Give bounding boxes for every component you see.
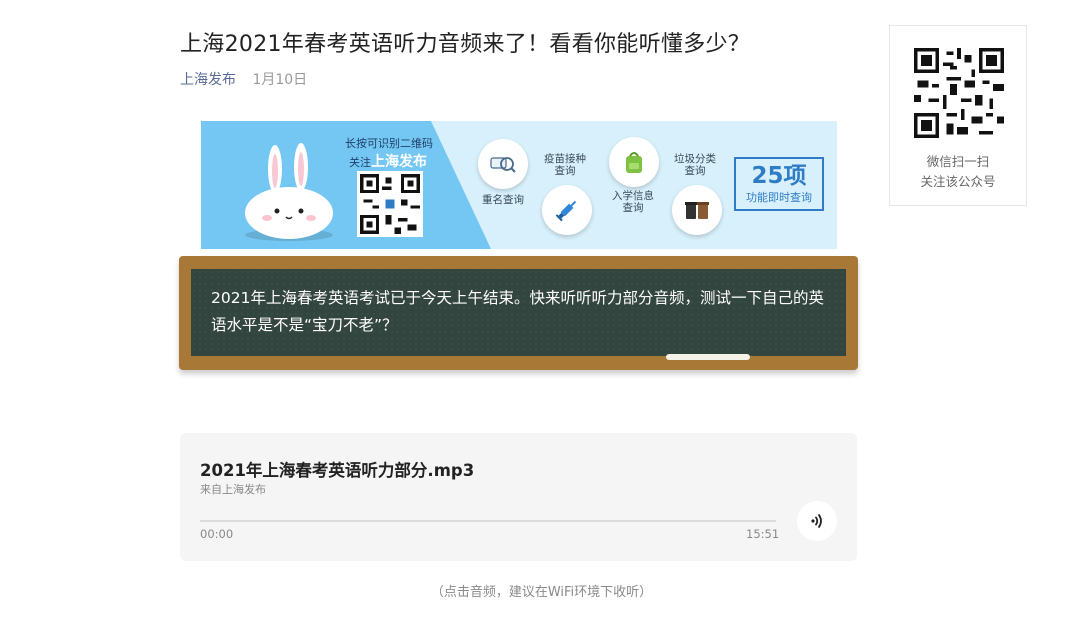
author-link[interactable]: 上海发布 xyxy=(180,72,236,88)
audio-wave-icon xyxy=(811,514,822,528)
service-name-search[interactable] xyxy=(478,139,528,189)
qr-caption-scan: 微信扫一扫 xyxy=(926,154,990,169)
service-label-school: 入学信息 查询 xyxy=(601,190,665,214)
audio-file-name: 2021年上海春考英语听力部分.mp3 xyxy=(200,461,475,480)
qr-card: 微信扫一扫 关注该公众号 xyxy=(889,25,1027,206)
banner-qr-code-image xyxy=(357,171,423,237)
banner-promo-line1: 长按可识别二维码 xyxy=(345,137,433,150)
article-meta: 上海发布 1月10日 xyxy=(180,69,307,89)
audio-progress-track[interactable] xyxy=(200,520,776,522)
audio-player[interactable]: 2021年上海春考英语听力部分.mp3 来自上海发布 00:00 15:51 xyxy=(180,433,857,561)
audio-current-time: 00:00 xyxy=(200,527,234,541)
features-badge-caption: 功能即时查询 xyxy=(746,191,812,204)
service-label-vaccine-l1: 疫苗接种 查询 xyxy=(544,153,586,177)
audio-play-button[interactable] xyxy=(797,501,837,541)
article-title: 上海2021年春考英语听力音频来了！看看你能听懂多少？ xyxy=(180,32,751,57)
syringe-icon xyxy=(555,200,577,222)
audio-source: 来自上海发布 xyxy=(200,483,266,496)
trash-bin-icon xyxy=(685,202,709,219)
chalk-piece xyxy=(666,354,750,360)
features-badge[interactable]: 25项 功能即时查询 xyxy=(734,157,824,211)
banner-promo-line2: 关注上海发布 xyxy=(349,151,427,171)
service-label-name-search: 重名查询 xyxy=(482,194,524,206)
service-school-enrollment[interactable] xyxy=(609,137,659,187)
features-badge-count: 25项 xyxy=(751,163,807,189)
blackboard-surface: 2021年上海春考英语考试已于今天上午结束。快来听听听力部分音频，测试一下自己的… xyxy=(191,269,846,356)
service-label-vaccine: 疫苗接种 查询 xyxy=(535,153,595,177)
promo-banner[interactable]: 长按可识别二维码 关注上海发布 重名查询 疫苗接种 查询 入学信息 查询 垃圾分… xyxy=(201,121,837,249)
school-bag-icon xyxy=(626,152,642,173)
publish-date: 1月10日 xyxy=(252,72,308,88)
qr-code-image xyxy=(914,48,1004,138)
audio-duration: 15:51 xyxy=(746,527,780,541)
qr-caption-follow: 关注该公众号 xyxy=(920,174,996,189)
service-label-school-l1: 入学信息 查询 xyxy=(612,190,654,214)
playback-hint: （点击音频，建议在WiFi环境下收听） xyxy=(430,585,653,600)
service-label-garbage: 垃圾分类 查询 xyxy=(665,153,725,177)
service-label-garbage-l1: 垃圾分类 查询 xyxy=(674,153,716,177)
blackboard-frame: 2021年上海春考英语考试已于今天上午结束。快来听听听力部分音频，测试一下自己的… xyxy=(179,256,858,370)
service-vaccine[interactable] xyxy=(542,185,592,235)
banner-promo-prefix: 关注 xyxy=(349,156,371,169)
banner-promo-account: 上海发布 xyxy=(371,154,427,170)
search-icon xyxy=(490,157,516,173)
service-garbage-sorting[interactable] xyxy=(672,185,722,235)
blackboard-text: 2021年上海春考英语考试已于今天上午结束。快来听听听力部分音频，测试一下自己的… xyxy=(211,289,824,334)
bunny-mascot-icon xyxy=(245,143,333,241)
